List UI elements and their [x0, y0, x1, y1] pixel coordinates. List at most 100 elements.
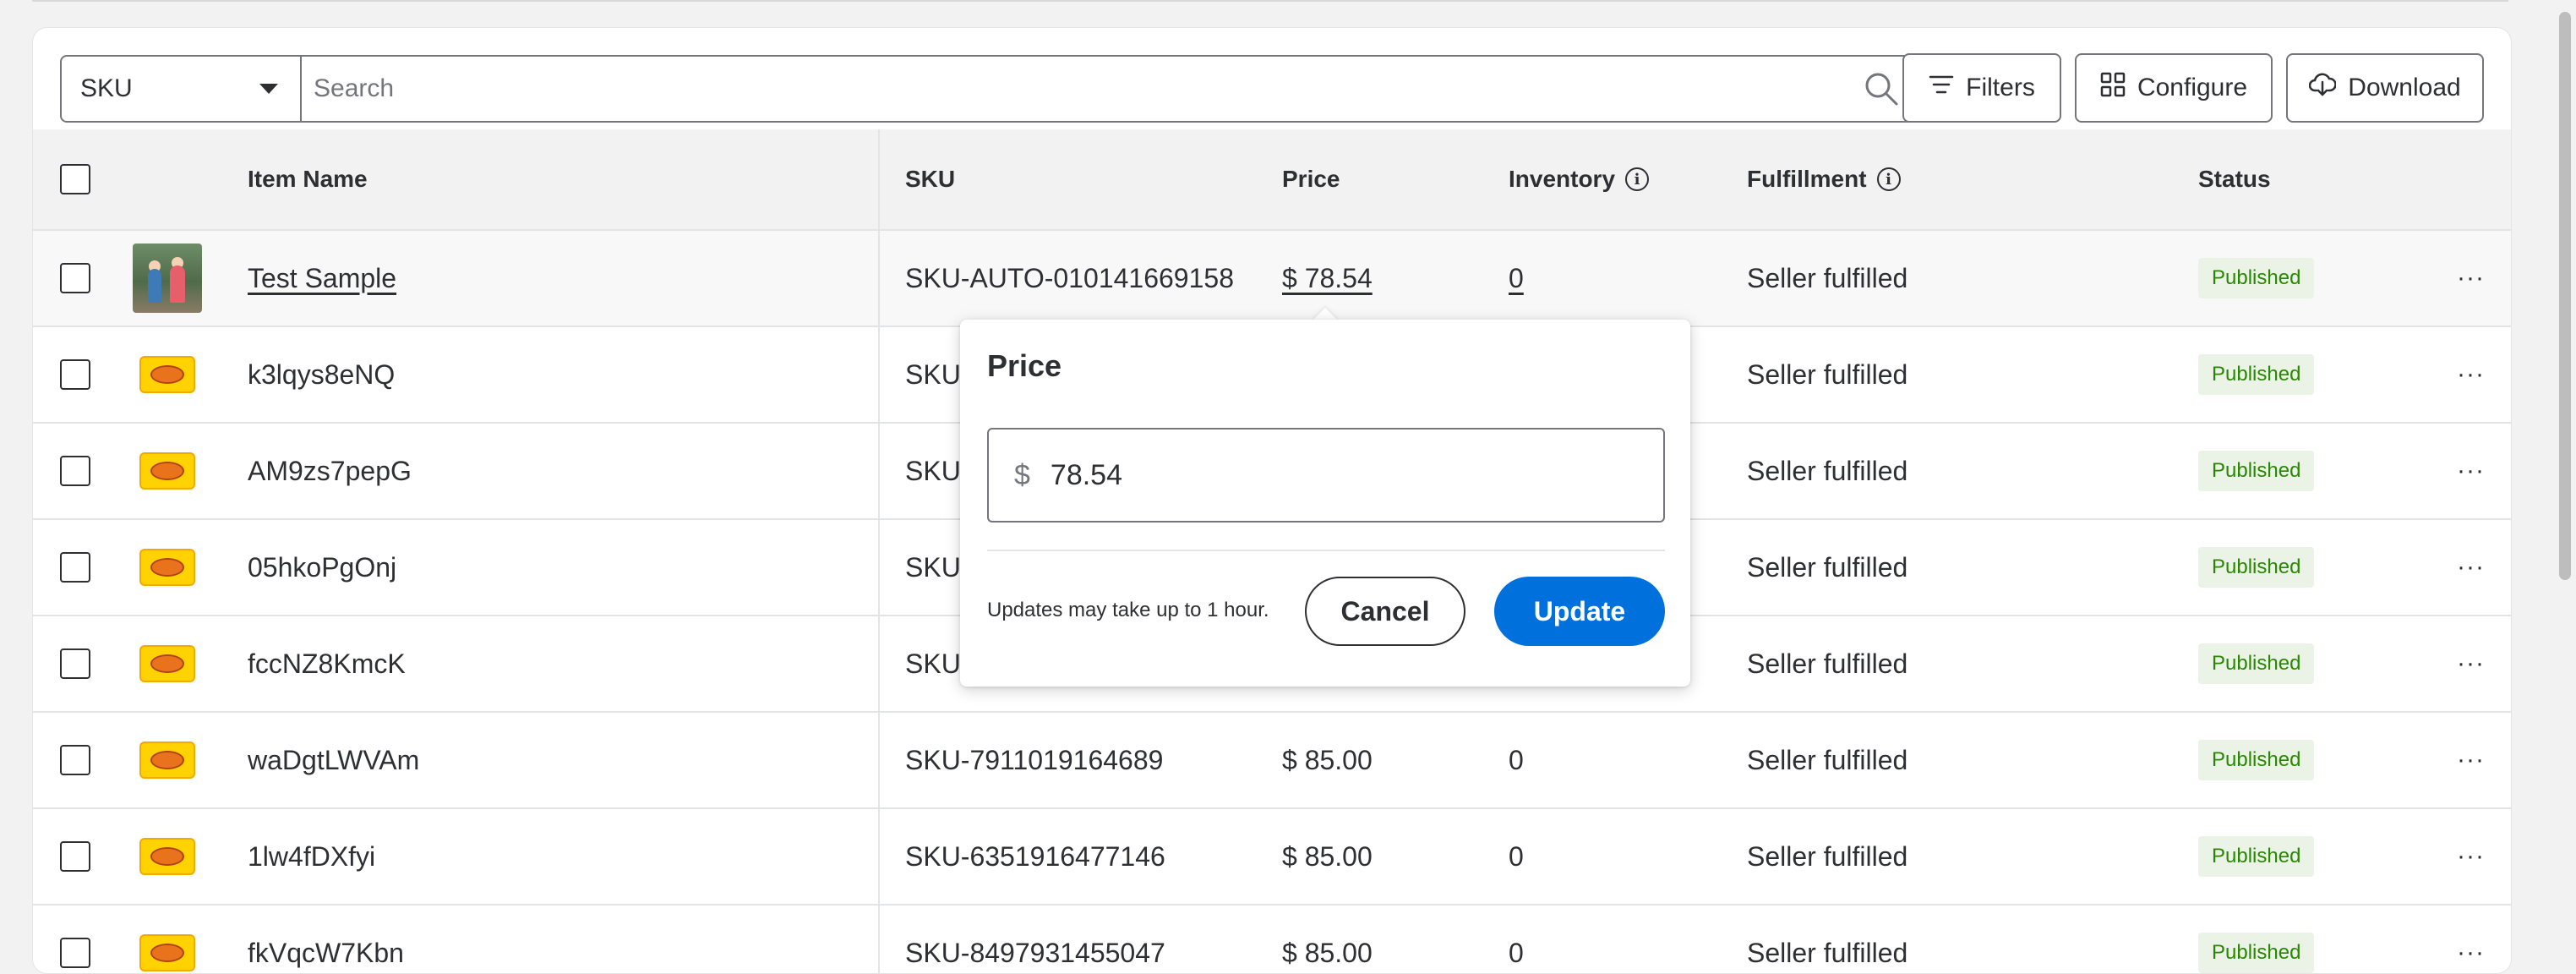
inventory-cell: 0 — [1509, 231, 1524, 326]
more-horizontal-icon[interactable]: ··· — [2457, 746, 2485, 774]
item-thumbnail-cell — [133, 906, 202, 973]
more-horizontal-icon[interactable]: ··· — [2457, 649, 2485, 678]
item-thumbnail-cell — [133, 616, 202, 711]
price-value[interactable]: $ 85.00 — [1282, 938, 1373, 969]
item-name[interactable]: fkVqcW7Kbn — [248, 938, 404, 969]
top-divider — [32, 0, 2508, 2]
item-name[interactable]: waDgtLWVAm — [248, 745, 419, 776]
inventory-value[interactable]: 0 — [1509, 263, 1524, 294]
item-name[interactable]: AM9zs7pepG — [248, 456, 412, 487]
status-badge: Published — [2198, 933, 2315, 973]
header-fulfillment-label: Fulfillment — [1747, 166, 1867, 192]
more-horizontal-icon[interactable]: ··· — [2457, 842, 2485, 871]
status-cell: Published — [2198, 231, 2315, 326]
scrollbar-thumb[interactable] — [2559, 12, 2571, 580]
info-icon[interactable]: i — [1876, 167, 1901, 191]
select-all-checkbox[interactable] — [60, 164, 90, 194]
status-badge: Published — [2198, 740, 2315, 780]
fulfillment-cell: Seller fulfilled — [1747, 648, 1908, 679]
download-label: Download — [2348, 74, 2461, 101]
column-divider — [878, 129, 880, 229]
item-name[interactable]: Test Sample — [248, 263, 396, 294]
more-horizontal-icon[interactable]: ··· — [2457, 264, 2485, 293]
row-checkbox[interactable] — [60, 938, 90, 968]
row-select-cell — [60, 713, 90, 807]
search-box[interactable] — [300, 55, 1923, 123]
table-row[interactable]: waDgtLWVAm SKU-7911019164689 $ 85.00 0 Selle… — [33, 713, 2511, 809]
item-name[interactable]: fccNZ8KmcK — [248, 648, 406, 680]
item-name-cell: Test Sample — [248, 231, 396, 326]
download-button[interactable]: Download — [2286, 53, 2484, 123]
price-value[interactable]: $ 78.54 — [1282, 263, 1373, 294]
status-badge: Published — [2198, 258, 2315, 298]
price-input[interactable] — [1048, 457, 1638, 493]
column-divider — [878, 520, 880, 615]
search-field-select-value: SKU — [80, 74, 133, 102]
row-checkbox[interactable] — [60, 745, 90, 775]
item-name[interactable]: k3lqys8eNQ — [248, 359, 395, 391]
row-select-cell — [60, 424, 90, 518]
cloud-download-icon — [2309, 72, 2338, 104]
candy-thumbnail — [139, 452, 195, 490]
sku-cell: SKU-8497931455047 — [905, 937, 1165, 968]
price-value[interactable]: $ 85.00 — [1282, 841, 1373, 873]
table-row[interactable]: fkVqcW7Kbn SKU-8497931455047 $ 85.00 0 Selle… — [33, 906, 2511, 973]
price-input-box[interactable]: $ — [987, 428, 1665, 523]
header-status[interactable]: Status — [2198, 129, 2271, 229]
candy-thumbnail — [139, 549, 195, 586]
search-field-select[interactable]: SKU — [60, 55, 300, 123]
fulfillment-cell: Seller fulfilled — [1747, 455, 1908, 486]
candy-thumbnail — [139, 741, 195, 779]
update-button[interactable]: Update — [1494, 577, 1665, 646]
more-horizontal-icon[interactable]: ··· — [2457, 457, 2485, 485]
row-checkbox[interactable] — [60, 456, 90, 486]
photo-thumbnail — [133, 244, 202, 313]
item-name[interactable]: 05hkoPgOnj — [248, 552, 396, 583]
header-inventory[interactable]: Inventory i — [1509, 129, 1650, 229]
column-divider — [878, 713, 880, 807]
status-cell: Published — [2198, 713, 2315, 807]
filters-label: Filters — [1966, 74, 2035, 101]
table-header-row: Item Name SKU Price Inventory i Fulfillm… — [33, 129, 2511, 231]
status-cell: Published — [2198, 616, 2315, 711]
table-row[interactable]: Test Sample SKU-AUTO-010141669158 $ 78.54 0… — [33, 231, 2511, 327]
fulfillment-cell: Seller fulfilled — [1747, 840, 1908, 872]
row-actions-cell: ··· — [2457, 231, 2485, 326]
search-input[interactable] — [312, 74, 1862, 104]
row-checkbox[interactable] — [60, 263, 90, 293]
currency-prefix: $ — [1014, 458, 1030, 491]
search-icon[interactable] — [1862, 69, 1901, 108]
row-checkbox[interactable] — [60, 841, 90, 872]
row-actions-cell: ··· — [2457, 424, 2485, 518]
inventory-value[interactable]: 0 — [1509, 841, 1524, 873]
row-checkbox[interactable] — [60, 648, 90, 679]
more-horizontal-icon[interactable]: ··· — [2457, 938, 2485, 967]
inventory-value[interactable]: 0 — [1509, 745, 1524, 776]
header-fulfillment[interactable]: Fulfillment i — [1747, 129, 1901, 229]
row-checkbox[interactable] — [60, 552, 90, 583]
cancel-button[interactable]: Cancel — [1305, 577, 1465, 646]
info-icon[interactable]: i — [1625, 167, 1650, 191]
row-actions-cell: ··· — [2457, 327, 2485, 422]
table-row[interactable]: 1lw4fDXfyi SKU-6351916477146 $ 85.00 0 Selle… — [33, 809, 2511, 906]
row-select-cell — [60, 809, 90, 904]
more-horizontal-icon[interactable]: ··· — [2457, 360, 2485, 389]
header-price[interactable]: Price — [1282, 129, 1340, 229]
column-divider — [878, 616, 880, 711]
header-item-name[interactable]: Item Name — [248, 129, 368, 229]
status-badge: Published — [2198, 547, 2315, 588]
candy-thumbnail — [139, 934, 195, 971]
more-horizontal-icon[interactable]: ··· — [2457, 553, 2485, 582]
configure-button[interactable]: Configure — [2075, 53, 2273, 123]
row-actions-cell: ··· — [2457, 520, 2485, 615]
price-cell: $ 85.00 — [1282, 713, 1373, 807]
page-scrollbar[interactable] — [2556, 0, 2576, 966]
inventory-value[interactable]: 0 — [1509, 938, 1524, 969]
item-name[interactable]: 1lw4fDXfyi — [248, 841, 375, 873]
price-value[interactable]: $ 85.00 — [1282, 745, 1373, 776]
header-sku[interactable]: SKU — [905, 129, 955, 229]
status-cell: Published — [2198, 520, 2315, 615]
row-checkbox[interactable] — [60, 359, 90, 390]
status-badge: Published — [2198, 836, 2315, 877]
filters-button[interactable]: Filters — [1902, 53, 2061, 123]
